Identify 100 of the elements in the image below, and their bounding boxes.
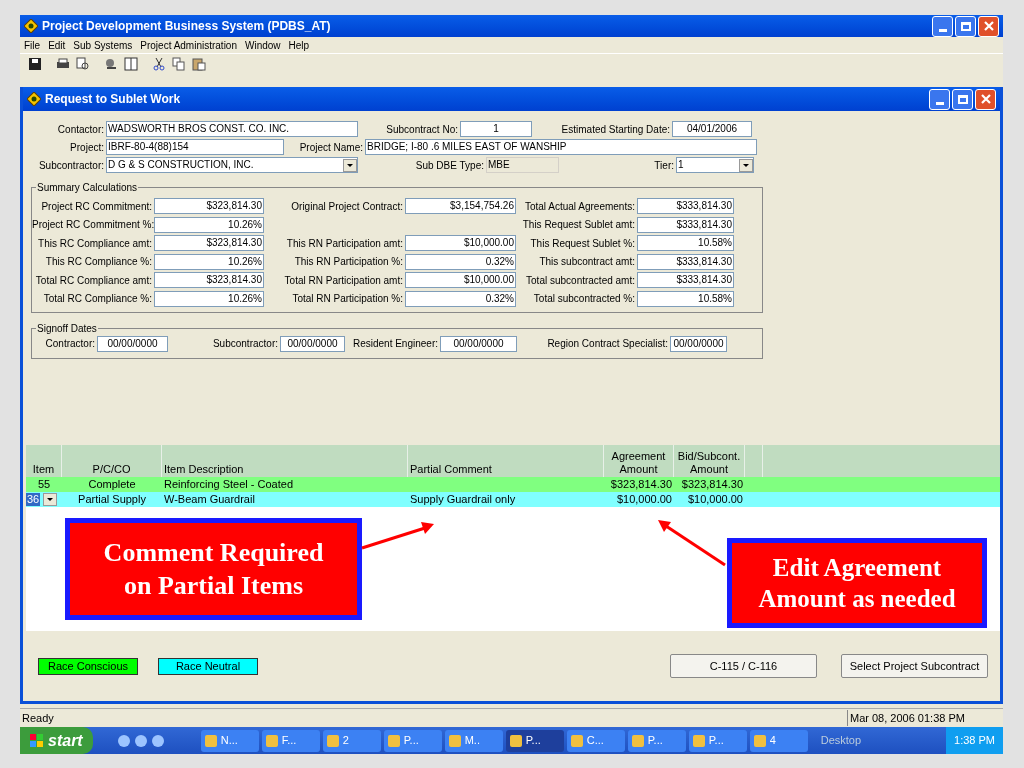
- paste-icon[interactable]: [190, 55, 208, 72]
- clock: 1:38 PM: [946, 727, 1003, 754]
- menu-item[interactable]: File: [24, 37, 41, 53]
- taskbar-button[interactable]: P...: [383, 729, 442, 752]
- text-field[interactable]: 10.26%: [154, 216, 264, 233]
- quick-launch-icon[interactable]: [150, 733, 165, 748]
- taskbar-button[interactable]: 2: [322, 729, 381, 752]
- table-cell-text: Supply Guardrail only: [409, 492, 517, 508]
- text-field[interactable]: $333,814.30: [637, 216, 734, 233]
- field-label: This RC Compliance amt:: [37, 236, 153, 251]
- maximize-button[interactable]: [955, 15, 976, 37]
- field-label: Total RC Compliance %:: [42, 292, 153, 306]
- taskbar-button[interactable]: C...: [566, 729, 625, 752]
- text-field[interactable]: WADSWORTH BROS CONST. CO. INC.: [106, 121, 358, 137]
- close-icon: [980, 94, 991, 104]
- field-label: Original Project Contract:: [290, 199, 404, 214]
- taskbar-button[interactable]: P...: [505, 729, 564, 752]
- text-field[interactable]: $323,814.30: [154, 198, 264, 214]
- text-field[interactable]: BRIDGE; I-80 .6 MILES EAST OF WANSHIP: [365, 139, 757, 155]
- text-field[interactable]: $10,000.00: [405, 235, 516, 251]
- field-label: This subcontract amt:: [538, 255, 636, 269]
- maximize-button[interactable]: [952, 88, 973, 110]
- field-label: Project RC Commitment %:: [32, 218, 154, 232]
- text-field[interactable]: 00/00/0000: [280, 335, 345, 352]
- taskbar-button[interactable]: F...: [261, 729, 320, 752]
- copy-icon[interactable]: [170, 55, 188, 72]
- table-cell-text: $323,814.30: [680, 477, 744, 493]
- table-row[interactable]: 36 Partial Supply W-Beam Guardrail Supply Guardrail only $10,000.00 $10,000.00: [26, 492, 1000, 507]
- text-field[interactable]: 10.26%: [154, 290, 264, 307]
- text-field[interactable]: 0.32%: [405, 290, 516, 307]
- menu-item[interactable]: Window: [245, 37, 281, 53]
- text-field[interactable]: 1: [460, 121, 532, 137]
- text-field[interactable]: 10.58%: [637, 235, 734, 251]
- text-field[interactable]: $3,154,754.26: [405, 198, 516, 214]
- field-label: Contactor:: [56, 122, 105, 137]
- menu-item[interactable]: Project Administration: [140, 37, 237, 53]
- field-label: Estimated Starting Date:: [560, 122, 671, 137]
- minimize-button[interactable]: [932, 15, 953, 37]
- text-field[interactable]: 04/01/2006: [672, 121, 752, 137]
- item-dropdown[interactable]: 36: [26, 492, 62, 507]
- field-label: Total subcontracted amt:: [525, 273, 636, 288]
- menu-item[interactable]: Sub Systems: [73, 37, 133, 53]
- taskbar-button[interactable]: N...: [200, 729, 259, 752]
- group-title: Signoff Dates: [36, 321, 98, 336]
- text-field[interactable]: $323,814.30: [154, 272, 264, 288]
- text-field[interactable]: 10.26%: [154, 253, 264, 270]
- taskbar-button[interactable]: P...: [688, 729, 747, 752]
- quick-launch-icon[interactable]: [116, 733, 131, 748]
- field-label: Project Name:: [298, 140, 364, 155]
- field-label: Contractor:: [44, 337, 96, 351]
- dropdown-field[interactable]: 1: [676, 157, 754, 173]
- field-label: Total RN Participation %:: [291, 292, 404, 306]
- text-field[interactable]: $10,000.00: [405, 272, 516, 288]
- field-label: Subcontract No:: [385, 122, 459, 137]
- table-cell-text: Complete: [87, 477, 137, 493]
- text-field[interactable]: 00/00/0000: [97, 335, 168, 352]
- table-cell-text: Reinforcing Steel - Coated: [163, 477, 294, 493]
- columns-icon[interactable]: [122, 55, 140, 72]
- text-field[interactable]: 00/00/0000: [670, 335, 727, 352]
- text-field[interactable]: 00/00/0000: [440, 335, 517, 352]
- action-button[interactable]: C-115 / C-116: [670, 654, 817, 678]
- close-button[interactable]: [975, 88, 996, 110]
- desktop-toolbar-label[interactable]: Desktop: [820, 732, 862, 749]
- callout-arrow: [658, 520, 726, 567]
- field-label: Total RN Participation amt:: [283, 273, 404, 288]
- app-logo-icon: [24, 19, 38, 33]
- field-label: Project RC Commitment:: [40, 199, 153, 214]
- field-label: Total RC Compliance amt:: [34, 273, 153, 288]
- table-cell-text: W-Beam Guardrail: [163, 492, 256, 508]
- field-label: This Request Sublet amt:: [521, 218, 636, 232]
- callout-box: Comment Required on Partial Items: [65, 518, 362, 620]
- table-cell-text: Partial Supply: [77, 492, 147, 508]
- dropdown-field[interactable]: D G & S CONSTRUCTION, INC.: [106, 157, 358, 173]
- menu-item[interactable]: Help: [288, 37, 310, 53]
- taskbar-button[interactable]: P...: [627, 729, 686, 752]
- callout-box: Edit Agreement Amount as needed: [727, 538, 987, 628]
- save-icon[interactable]: [26, 55, 44, 72]
- table-cell-text: 55: [36, 477, 52, 493]
- cut-icon[interactable]: [150, 55, 168, 72]
- table-row[interactable]: 55 Complete Reinforcing Steel - Coated $323,814.30 $323,814.30: [26, 477, 1000, 492]
- text-field[interactable]: $333,814.30: [637, 198, 734, 214]
- taskbar-button[interactable]: M..: [444, 729, 503, 752]
- text-field[interactable]: $333,814.30: [637, 253, 734, 270]
- quick-launch-icon[interactable]: [133, 733, 148, 748]
- menu-item[interactable]: Edit: [48, 37, 66, 53]
- text-field[interactable]: $333,814.30: [637, 272, 734, 288]
- print-preview-icon[interactable]: [74, 55, 92, 72]
- field-label: Resident Engineer:: [351, 337, 439, 351]
- close-icon: [983, 21, 994, 31]
- taskbar-button[interactable]: 4: [749, 729, 808, 752]
- text-field[interactable]: $323,814.30: [154, 235, 264, 251]
- text-field[interactable]: 10.58%: [637, 290, 734, 307]
- field-label: Tier:: [653, 158, 675, 173]
- minimize-button[interactable]: [929, 88, 950, 110]
- close-button[interactable]: [978, 15, 999, 37]
- action-button[interactable]: Select Project Subcontract: [841, 654, 988, 678]
- status-text: Ready: [21, 710, 55, 726]
- field-label: This RC Compliance %:: [44, 255, 153, 269]
- text-field[interactable]: IBRF-80-4(88)154: [106, 139, 284, 155]
- text-field[interactable]: 0.32%: [405, 253, 516, 270]
